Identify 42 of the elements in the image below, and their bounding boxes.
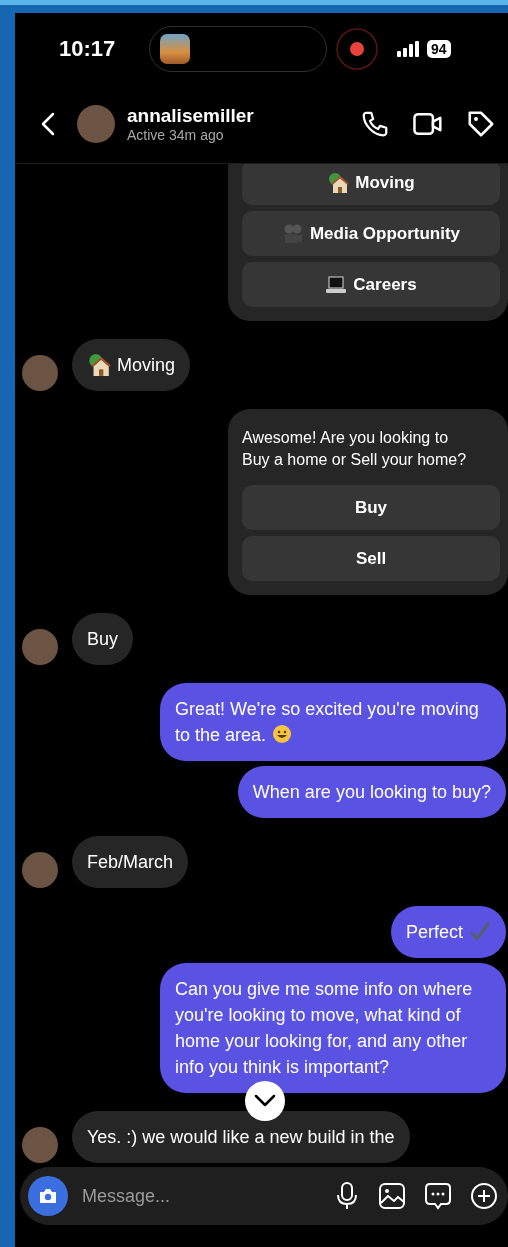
avatar xyxy=(22,629,58,665)
laptop-icon xyxy=(325,273,348,296)
battery-level: 94 xyxy=(427,40,451,58)
active-status: Active 34m ago xyxy=(127,127,225,143)
message-text: Can you give me some info on where you're looking to move, what kind of home your looking for, and any other info you think is important? xyxy=(175,978,474,1079)
quick-reply-button[interactable]: Sell xyxy=(242,536,500,581)
check-icon xyxy=(469,921,491,943)
avatar xyxy=(22,1127,58,1163)
phone-icon[interactable] xyxy=(360,109,390,139)
quick-reply-button[interactable]: Buy xyxy=(242,485,500,530)
plus-icon[interactable] xyxy=(470,1182,498,1210)
smile-icon xyxy=(272,724,293,744)
camera-icon xyxy=(38,1187,58,1205)
sticker-chat-icon[interactable] xyxy=(424,1182,452,1210)
recording-icon xyxy=(335,27,379,71)
back-icon[interactable] xyxy=(41,112,55,136)
message-text: Moving xyxy=(117,354,176,377)
username[interactable]: annalisemiller xyxy=(127,105,338,127)
message-text: Yes. :) we would like a new build in the xyxy=(87,1126,395,1149)
message-text: Perfect xyxy=(405,921,463,944)
microphone-icon[interactable] xyxy=(334,1181,360,1211)
quick-reply-button[interactable]: Moving xyxy=(242,164,500,205)
status-time: 10:17 xyxy=(59,36,117,62)
avatar xyxy=(22,355,58,391)
avatar[interactable] xyxy=(77,105,115,143)
message-text: Buy xyxy=(87,628,119,651)
message-text: Feb/March xyxy=(87,851,174,874)
image-icon[interactable] xyxy=(378,1182,406,1210)
message-text: Great! We're so excited you're moving to the area. xyxy=(175,698,480,747)
message-input[interactable]: Message... xyxy=(80,1184,316,1208)
message-text: Awesome! Are you looking to Buy a home or Sell your home? xyxy=(242,428,468,470)
signal-icon xyxy=(397,41,421,57)
quick-reply-button[interactable]: Careers xyxy=(242,262,500,307)
house-icon xyxy=(327,171,350,194)
message-text: When are you looking to buy? xyxy=(252,781,491,804)
camera-button[interactable] xyxy=(28,1176,68,1216)
avatar xyxy=(22,852,58,888)
chevron-down-icon xyxy=(254,1094,276,1108)
quick-reply-button[interactable]: Media Opportunity xyxy=(242,211,500,256)
house-icon xyxy=(87,353,111,377)
tag-icon[interactable] xyxy=(466,109,496,139)
photo-placeholder xyxy=(160,34,190,64)
